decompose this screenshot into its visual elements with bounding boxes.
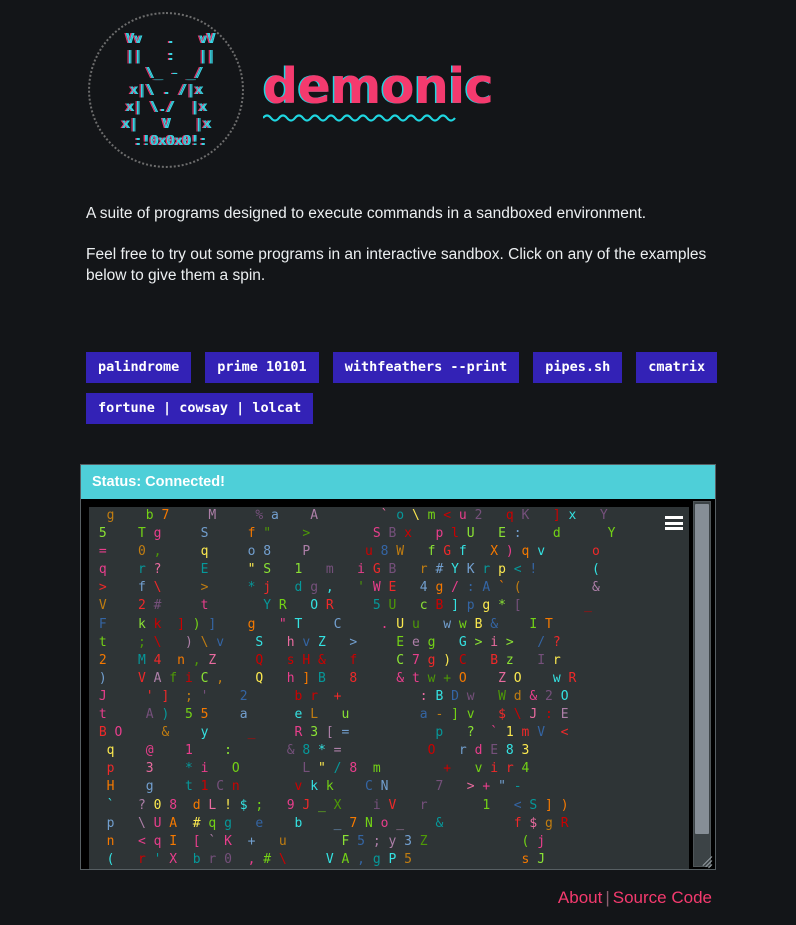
source-code-link[interactable]: Source Code bbox=[613, 888, 712, 907]
title-block: demonic bbox=[263, 58, 494, 124]
header: Vv . vV || : || \_ - _/ x|\ . /|x x| \./… bbox=[0, 0, 796, 190]
intro-paragraph-1: A suite of programs designed to execute … bbox=[86, 205, 647, 222]
example-button-withfeathers[interactable]: withfeathers --print bbox=[332, 352, 520, 383]
terminal-body[interactable]: g b 7 M % a A ` o \ m < u 2 q K ] x Y 5 … bbox=[81, 499, 715, 869]
scrollbar-thumb[interactable] bbox=[695, 504, 709, 834]
intro-copy: A suite of programs designed to execute … bbox=[86, 203, 716, 306]
example-commands: palindrome prime 10101 withfeathers --pr… bbox=[86, 352, 726, 424]
footer-separator: | bbox=[605, 888, 610, 907]
example-button-prime[interactable]: prime 10101 bbox=[205, 352, 319, 383]
resize-grip-icon[interactable] bbox=[696, 851, 713, 869]
intro-paragraph-2: Feel free to try out some programs in an… bbox=[86, 246, 707, 284]
terminal-output: g b 7 M % a A ` o \ m < u 2 q K ] x Y 5 … bbox=[98, 508, 616, 867]
example-button-fortune-cowsay-lolcat[interactable]: fortune | cowsay | lolcat bbox=[86, 393, 314, 424]
terminal-screen[interactable]: g b 7 M % a A ` o \ m < u 2 q K ] x Y 5 … bbox=[89, 507, 689, 869]
demon-face-ascii-logo-icon: Vv . vV || : || \_ - _/ x|\ . /|x x| \./… bbox=[121, 30, 215, 149]
footer: About | Source Code bbox=[558, 888, 712, 908]
example-button-palindrome[interactable]: palindrome bbox=[86, 352, 192, 383]
vertical-scrollbar[interactable] bbox=[693, 501, 711, 867]
example-button-cmatrix[interactable]: cmatrix bbox=[636, 352, 718, 383]
status-bar: Status: Connected! bbox=[81, 465, 715, 499]
terminal-window: Status: Connected! g b 7 M % a A ` o \ m… bbox=[80, 464, 716, 870]
example-button-pipes[interactable]: pipes.sh bbox=[533, 352, 623, 383]
page-root: Vv . vV || : || \_ - _/ x|\ . /|x x| \./… bbox=[0, 0, 796, 925]
about-link[interactable]: About bbox=[558, 888, 602, 907]
logo-circle: Vv . vV || : || \_ - _/ x|\ . /|x x| \./… bbox=[88, 12, 244, 168]
page-title: demonic bbox=[263, 58, 494, 115]
hamburger-menu-icon[interactable] bbox=[665, 516, 683, 530]
